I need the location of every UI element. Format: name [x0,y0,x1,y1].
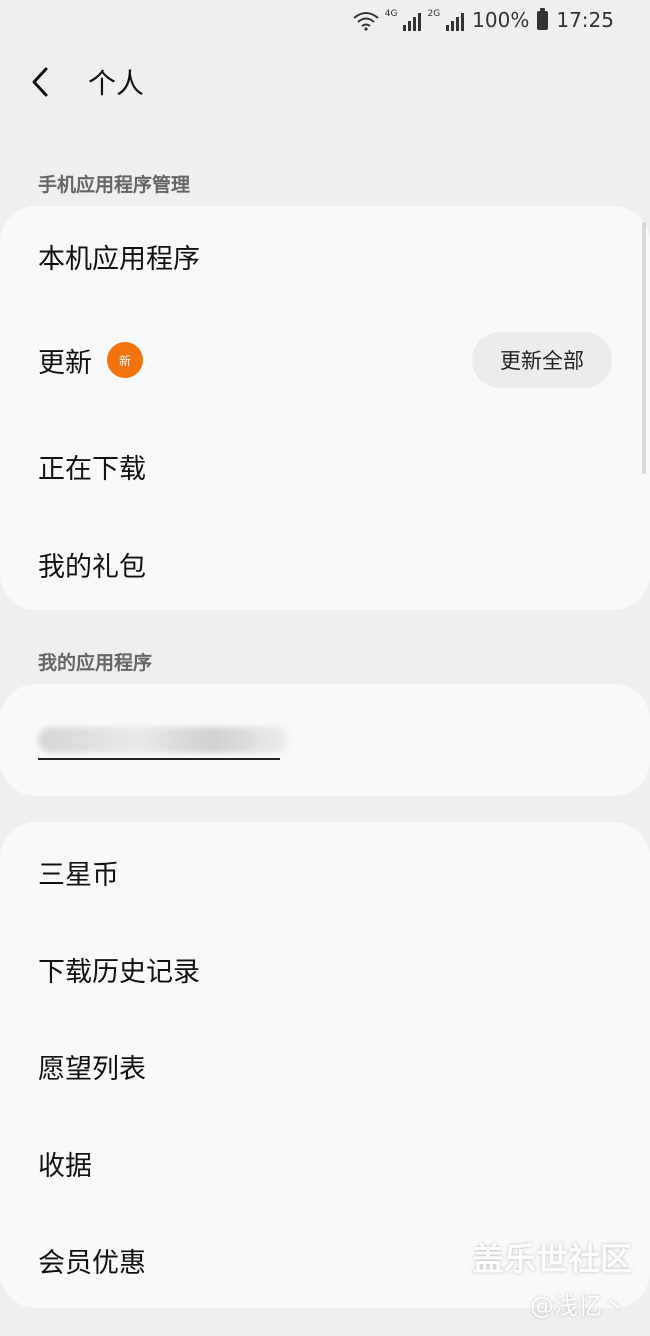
chevron-left-icon [32,67,48,97]
battery-icon [537,7,549,30]
app-underline [38,758,280,760]
app-management-card: 本机应用程序 更新 新 更新全部 正在下载 我的礼包 [0,206,650,610]
page-title: 个人 [88,67,145,100]
redacted-text [38,727,288,753]
clock: 17:25 [556,8,614,32]
network-type-label: 4G [384,9,398,19]
status-bar: 4G 2G 100% 17:25 [0,0,650,40]
blurred-app-entry[interactable] [38,722,318,760]
list-item-samsung-coins[interactable]: 三星币 [38,850,612,894]
new-badge: 新 [107,342,143,378]
header: 个人 [0,56,650,108]
receipts-label: 收据 [38,1150,92,1182]
watermark-author: @浅忆丶 [530,1292,626,1320]
local-apps-label: 本机应用程序 [38,243,200,275]
scrollbar[interactable] [642,222,646,474]
back-button[interactable] [0,56,80,108]
wishlist-label: 愿望列表 [38,1053,146,1085]
list-item-wishlist[interactable]: 愿望列表 [38,1044,612,1088]
list-item-downloading[interactable]: 正在下载 [38,444,612,488]
samsung-coins-label: 三星币 [38,859,119,891]
signal-icon [403,13,422,31]
network-icons: 4G 2G [353,9,465,31]
network-type-label-2: 2G [427,9,441,19]
member-offers-label: 会员优惠 [38,1247,146,1279]
list-item-receipts[interactable]: 收据 [38,1141,612,1185]
watermark-title: 盖乐世社区 [471,1240,632,1278]
gifts-label: 我的礼包 [38,551,146,583]
update-all-button[interactable]: 更新全部 [472,332,612,388]
list-item-gifts[interactable]: 我的礼包 [38,542,612,586]
section-label-app-management: 手机应用程序管理 [38,174,191,196]
download-history-label: 下载历史记录 [38,956,200,988]
list-item-local-apps[interactable]: 本机应用程序 [38,234,612,278]
updates-label: 更新 [38,347,92,379]
downloading-label: 正在下载 [38,453,146,485]
list-item-updates[interactable]: 更新 新 更新全部 [38,332,612,388]
battery-percent: 100% [472,8,530,32]
section-label-my-apps: 我的应用程序 [38,652,153,674]
list-item-download-history[interactable]: 下载历史记录 [38,947,612,991]
wifi-icon [353,12,379,31]
signal-icon-2 [446,13,465,31]
